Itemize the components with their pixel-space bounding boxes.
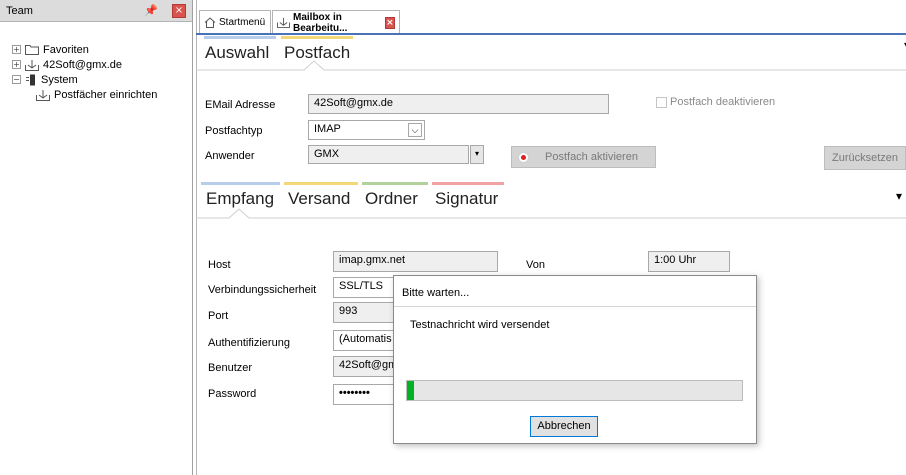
tree-item-favoriten[interactable]: + Favoriten	[12, 42, 157, 57]
wait-dialog: Bitte warten... Testnachricht wird verse…	[393, 275, 757, 444]
team-panel: Team 📌 × + Favoriten + 42Soft@gmx.de − S…	[0, 0, 193, 475]
dialog-message: Testnachricht wird versendet	[410, 319, 550, 331]
tree-item-label: Postfächer einrichten	[54, 88, 158, 101]
tab-underline	[196, 33, 906, 35]
navigation-tree: + Favoriten + 42Soft@gmx.de − System Pos…	[12, 42, 158, 102]
cancel-button[interactable]: Abbrechen	[530, 416, 598, 437]
server-icon	[25, 74, 37, 86]
deactivate-checkbox[interactable]: Postfach deaktivieren	[656, 96, 775, 108]
chevron-down-icon[interactable]: ▾	[896, 189, 902, 203]
checkbox-icon[interactable]	[656, 96, 667, 108]
activate-mailbox-label: Postfach aktivieren	[545, 151, 638, 163]
email-label: EMail Adresse	[205, 99, 276, 111]
expand-icon[interactable]: +	[12, 60, 21, 69]
tree-item-label: System	[41, 73, 78, 86]
pivot-color-bar	[281, 36, 353, 39]
progress-bar	[406, 380, 743, 401]
close-icon[interactable]: ×	[172, 4, 186, 18]
home-icon	[204, 17, 216, 28]
tab-label: Mailbox in Bearbeitu...	[293, 11, 348, 34]
user-label: Anwender	[205, 150, 255, 162]
email-field[interactable]: 42Soft@gmx.de	[308, 94, 609, 114]
auth-select[interactable]: (Automatis	[333, 330, 395, 351]
tree-item-system[interactable]: − System	[12, 72, 157, 87]
tree-item-mailbox[interactable]: + 42Soft@gmx.de	[12, 57, 157, 72]
reset-button[interactable]: Zurücksetzen	[824, 146, 906, 170]
deactivate-label: Postfach deaktivieren	[670, 96, 776, 108]
tab-mailbox[interactable]: Mailbox in Bearbeitu... ×	[272, 10, 400, 34]
pivot-color-bar	[204, 36, 276, 39]
inbox-icon	[36, 89, 50, 101]
pivot-color-bar	[362, 182, 428, 185]
security-select[interactable]: SSL/TLS	[333, 277, 395, 298]
password-field[interactable]: ••••••••	[333, 384, 395, 405]
host-label: Host	[208, 259, 231, 271]
mailbox-type-label: Postfachtyp	[205, 125, 263, 137]
tab-label: Startmenü	[219, 17, 266, 28]
dialog-title: Bitte warten...	[402, 287, 470, 299]
tree-item-label: Favoriten	[43, 43, 89, 56]
tree-item-label: 42Soft@gmx.de	[43, 58, 123, 71]
chevron-down-icon[interactable]: ⌵	[408, 123, 422, 137]
pivot-ordner[interactable]: Ordner	[365, 189, 418, 209]
pivot-separator	[196, 60, 906, 71]
von-label: Von	[526, 259, 545, 271]
team-panel-header: Team 📌 ×	[0, 0, 192, 22]
mailbox-type-select[interactable]: IMAP ⌵	[308, 120, 425, 140]
pin-icon[interactable]: 📌	[144, 4, 158, 17]
pivot-color-bar	[201, 182, 280, 185]
team-panel-title: Team	[6, 5, 33, 17]
inbox-icon	[25, 59, 39, 71]
folder-icon	[25, 44, 39, 55]
progress-fill	[407, 381, 414, 400]
pivot-signatur[interactable]: Signatur	[435, 189, 498, 209]
pivot-color-bar	[432, 182, 504, 185]
dialog-title-bar: Bitte warten...	[394, 276, 756, 307]
port-label: Port	[208, 310, 229, 322]
collapse-icon[interactable]: −	[12, 75, 21, 84]
document-tabbar: Startmenü Mailbox in Bearbeitu... ×	[196, 10, 906, 34]
pivot-empfang[interactable]: Empfang	[206, 189, 274, 209]
port-field[interactable]: 993	[333, 302, 395, 323]
tree-item-postfaecher-einrichten[interactable]: Postfächer einrichten	[12, 87, 158, 102]
password-label: Password	[208, 388, 257, 400]
power-icon	[518, 151, 529, 163]
activate-mailbox-button[interactable]: Postfach aktivieren	[511, 146, 656, 168]
security-label: Verbindungssicherheit	[208, 284, 317, 296]
pivot-color-bar	[284, 182, 358, 185]
host-field[interactable]: imap.gmx.net	[333, 251, 498, 272]
inbox-icon	[277, 17, 290, 28]
pivot-separator	[196, 208, 906, 219]
benutzer-label: Benutzer	[208, 362, 253, 374]
tab-close-icon[interactable]: ×	[384, 16, 395, 29]
pivot-versand[interactable]: Versand	[288, 189, 350, 209]
von-field[interactable]: 1:00 Uhr	[648, 251, 730, 272]
expand-icon[interactable]: +	[12, 45, 21, 54]
user-field[interactable]: GMX	[308, 145, 469, 164]
tab-startmenu[interactable]: Startmenü	[199, 10, 271, 34]
auth-label: Authentifizierung	[208, 337, 290, 349]
mailbox-type-value: IMAP	[314, 123, 341, 135]
user-dropdown-button[interactable]: ▾	[470, 145, 484, 164]
benutzer-field[interactable]: 42Soft@gm	[333, 356, 395, 377]
